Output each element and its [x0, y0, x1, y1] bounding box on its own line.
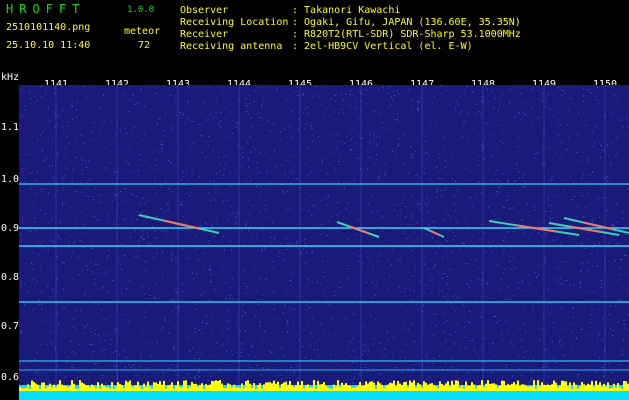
location-label: Receiving Location	[180, 17, 289, 28]
datetime-label: 25.10.10 11:40	[6, 40, 91, 51]
y-axis-unit: kHz	[1, 72, 20, 83]
app-title: HROFFT	[6, 2, 86, 16]
y-tick-label: 0.6	[1, 372, 20, 383]
receiver-value: : R820T2(RTL-SDR) SDR-Sharp 53.1000MHz	[292, 29, 521, 40]
header-panel: HROFFT 1.0.0 2510101140.png 25.10.10 11:…	[0, 0, 629, 74]
y-tick-label: 0.8	[1, 272, 20, 283]
meteor-label: meteor	[124, 26, 161, 37]
receiver-label: Receiver	[180, 29, 229, 40]
observer-value: : Takanori Kawachi	[292, 5, 401, 16]
y-tick-label: 0.9	[1, 223, 20, 234]
app-version: 1.0.0	[127, 5, 155, 15]
meteor-count: 72	[138, 40, 151, 51]
antenna-label: Receiving antenna	[180, 41, 283, 52]
y-tick-label: 0.7	[1, 321, 20, 332]
y-tick-label: 1.1	[1, 122, 20, 133]
location-value: : Ogaki, Gifu, JAPAN (136.60E, 35.35N)	[292, 17, 521, 28]
y-tick-label: 1.0	[1, 174, 20, 185]
observer-label: Observer	[180, 5, 229, 16]
spectrogram-background	[19, 85, 629, 400]
spectrogram-plot	[19, 85, 629, 400]
antenna-value: : 2el-HB9CV Vertical (el. E-W)	[292, 41, 473, 52]
filename-label: 2510101140.png	[6, 22, 91, 33]
